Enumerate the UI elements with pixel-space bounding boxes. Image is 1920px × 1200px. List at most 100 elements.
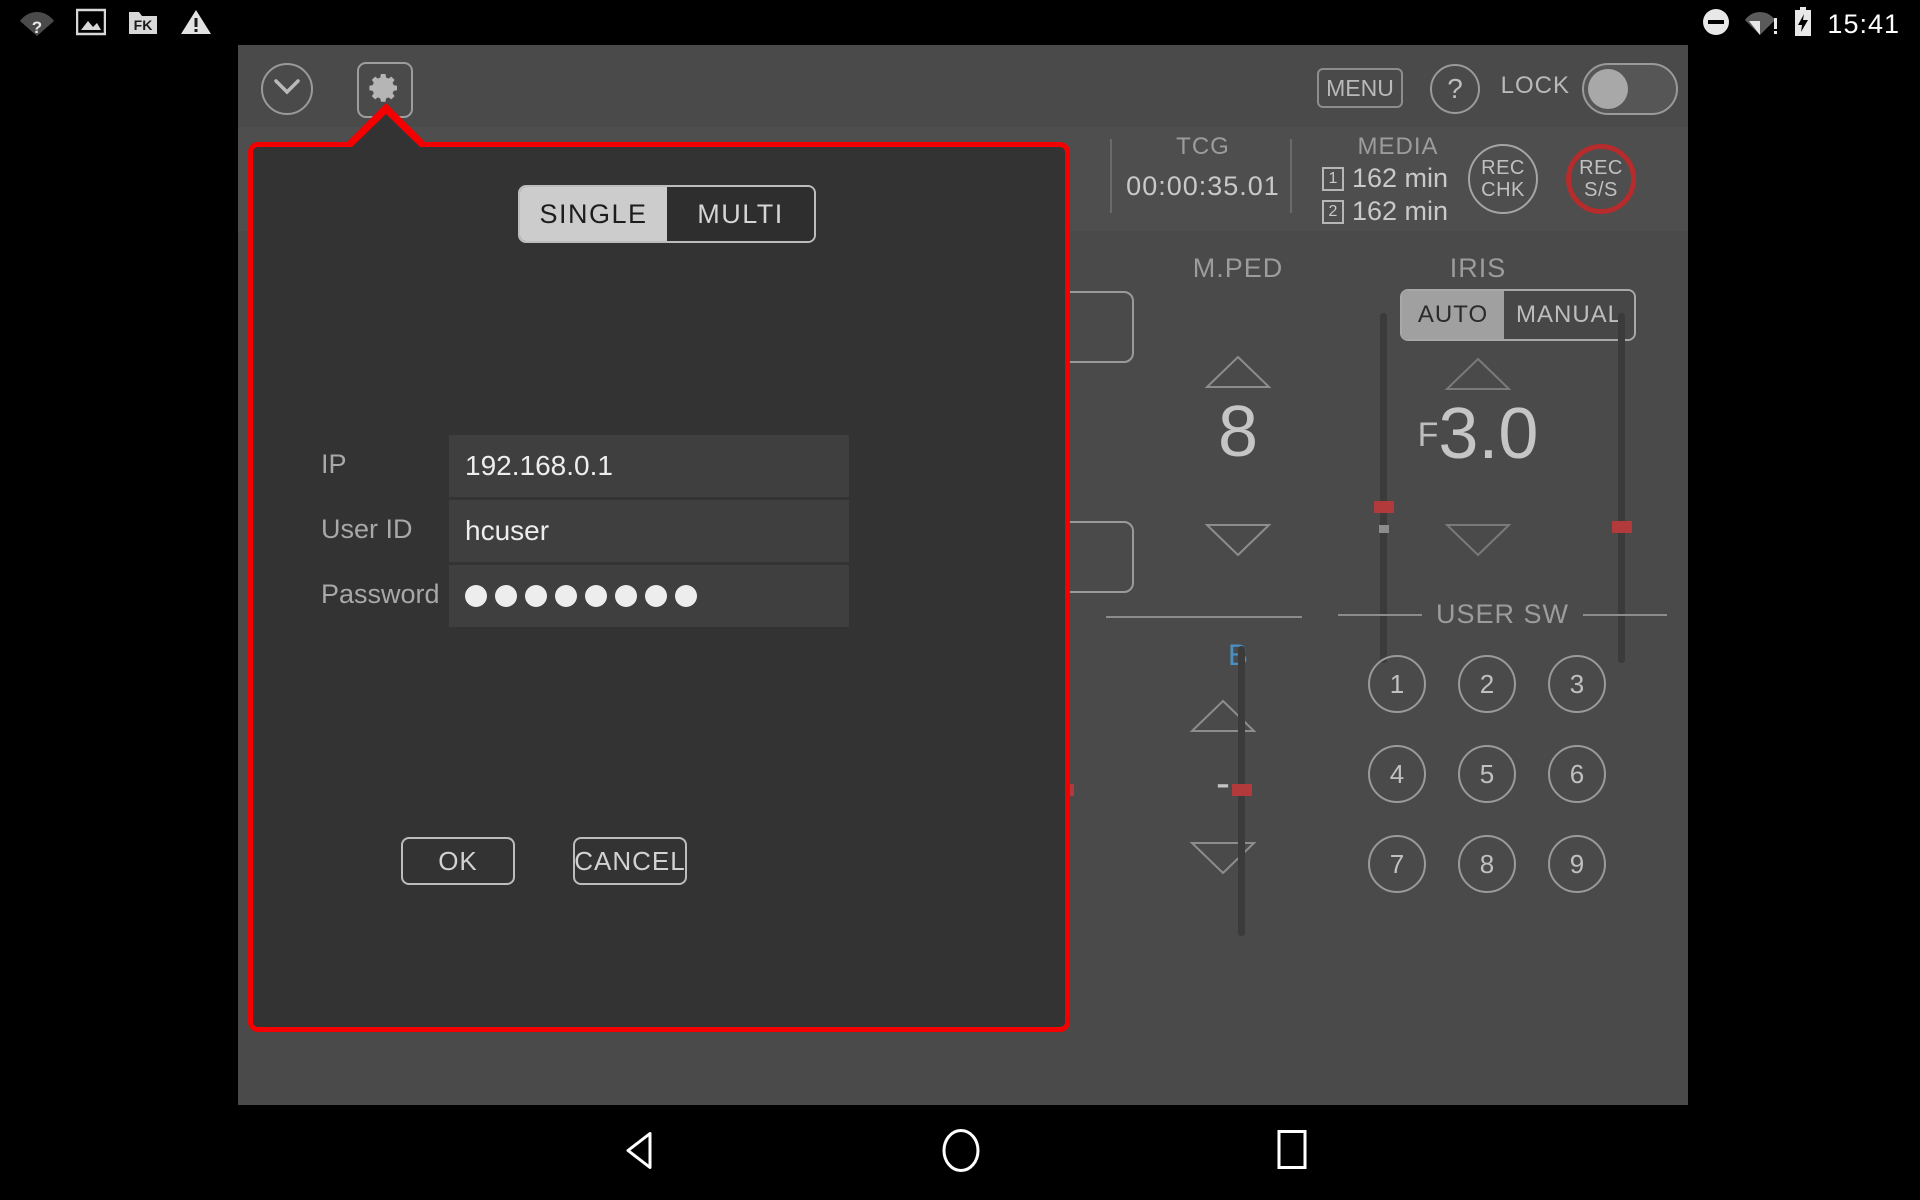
password-dot [525,585,547,607]
divider [1110,139,1112,213]
password-label: Password [321,579,440,609]
iris-mode-manual[interactable]: MANUAL [1504,291,1634,339]
mped-slider-indicator [1379,525,1389,533]
media-slot-number: 2 [1322,199,1344,224]
chevron-down-icon [273,78,301,101]
user-sw-button-1[interactable]: 1 [1368,655,1426,713]
mped-value: 8 [1217,392,1259,472]
mped-slider-marker[interactable] [1374,501,1394,513]
help-button[interactable]: ? [1430,64,1480,114]
iris-value-prefix: F [1417,416,1439,454]
mped-up-button[interactable] [1203,353,1273,396]
nav-back-button[interactable] [620,1129,660,1176]
channel-b-up-button[interactable] [1188,697,1258,740]
android-nav-bar [0,1105,1920,1200]
password-dot [615,585,637,607]
iris-up-button[interactable] [1443,355,1513,398]
ip-input[interactable]: 192.168.0.1 [449,435,849,497]
ip-field-row: IP 192.168.0.1 [253,435,1065,497]
status-bar-clock: 15:41 [1827,8,1900,39]
nav-home-button[interactable] [940,1127,982,1178]
user-sw-button-4[interactable]: 4 [1368,745,1426,803]
user-sw-title: USER SW [1436,599,1570,629]
rec-ss-line2: S/S [1584,179,1618,201]
userid-input[interactable]: hcuser [449,500,849,562]
user-sw-button-2[interactable]: 2 [1458,655,1516,713]
channel-b-marker-right[interactable] [1232,784,1252,796]
svg-text:FK: FK [134,17,153,33]
wifi-question-icon: ? [20,8,54,41]
iris-value-group: F3.0 [1358,393,1598,475]
triangle-back-icon [620,1131,660,1175]
iris-mode-segmented[interactable]: AUTO MANUAL [1400,289,1636,341]
tcg-label: TCG [1176,133,1230,160]
rec-start-stop-button[interactable]: REC S/S [1566,144,1636,214]
password-dot [585,585,607,607]
dialog-pointer-fill [352,114,420,147]
tab-single[interactable]: SINGLE [520,187,667,241]
lock-label: LOCK [1500,72,1570,99]
divider [1290,139,1292,213]
user-sw-button-9[interactable]: 9 [1548,835,1606,893]
mped-down-button[interactable] [1203,521,1273,564]
password-dot [555,585,577,607]
channel-b-down-button[interactable] [1188,839,1258,882]
divider-right [1583,613,1668,616]
password-dot [645,585,667,607]
do-not-disturb-icon [1701,7,1731,42]
iris-down-button[interactable] [1443,521,1513,564]
rec-ss-line1: REC [1579,157,1623,179]
userid-field-row: User ID hcuser [253,500,1065,562]
password-dot [495,585,517,607]
password-dot [465,585,487,607]
status-bar-left-icons: ? FK [20,8,212,41]
status-bar-right-icons: 15:41 [1701,6,1900,42]
android-status-bar: ? FK 15:41 [0,0,1920,48]
user-sw-button-7[interactable]: 7 [1368,835,1426,893]
app-toolbar: MENU ? LOCK [238,45,1688,127]
lock-toggle[interactable] [1582,63,1678,115]
circle-home-icon [940,1128,982,1177]
lock-toggle-knob [1588,69,1628,109]
cancel-button[interactable]: CANCEL [573,837,687,885]
menu-button[interactable]: MENU [1317,68,1403,108]
media-slot-row: 2 162 min [1298,196,1498,227]
collapse-button[interactable] [261,63,313,115]
rec-check-line1: REC [1481,157,1525,179]
nav-recents-button[interactable] [1275,1127,1309,1178]
warning-icon [180,8,212,41]
connection-mode-tabs[interactable]: SINGLE MULTI [518,185,816,243]
fx-folder-icon: FK [128,8,158,41]
tab-multi[interactable]: MULTI [667,187,814,241]
image-icon [75,8,107,41]
iris-slider-marker[interactable] [1612,521,1632,533]
password-masked-dots [465,585,697,607]
timecode-group: TCG 00:00:35.01 [1118,133,1288,202]
user-sw-header: USER SW [1338,599,1668,630]
ok-button[interactable]: OK [401,837,515,885]
iris-title: IRIS [1449,253,1507,283]
mped-title: M.PED [1192,253,1284,283]
media-slot-number: 1 [1322,166,1344,191]
channel-b-slider-right[interactable] [1232,646,1252,936]
channel-b-value: - [1216,759,1230,806]
userid-label: User ID [321,514,413,544]
media-slot-value: 162 min [1352,196,1449,226]
media-slot-value: 162 min [1352,163,1449,193]
square-recents-icon [1275,1129,1309,1177]
user-sw-button-3[interactable]: 3 [1548,655,1606,713]
battery-charging-icon [1793,6,1813,42]
wifi-alert-icon [1745,8,1779,41]
tcg-value: 00:00:35.01 [1126,171,1280,201]
password-field-row: Password [253,565,1065,627]
iris-mode-auto[interactable]: AUTO [1402,291,1504,339]
rec-check-button[interactable]: REC CHK [1468,144,1538,214]
connection-settings-dialog: SINGLE MULTI IP 192.168.0.1 User ID hcus… [248,142,1070,1032]
user-sw-button-6[interactable]: 6 [1548,745,1606,803]
password-dot [675,585,697,607]
user-sw-button-8[interactable]: 8 [1458,835,1516,893]
iris-value: 3.0 [1438,394,1539,474]
password-input[interactable] [449,565,849,627]
svg-text:?: ? [32,18,42,36]
user-sw-button-5[interactable]: 5 [1458,745,1516,803]
